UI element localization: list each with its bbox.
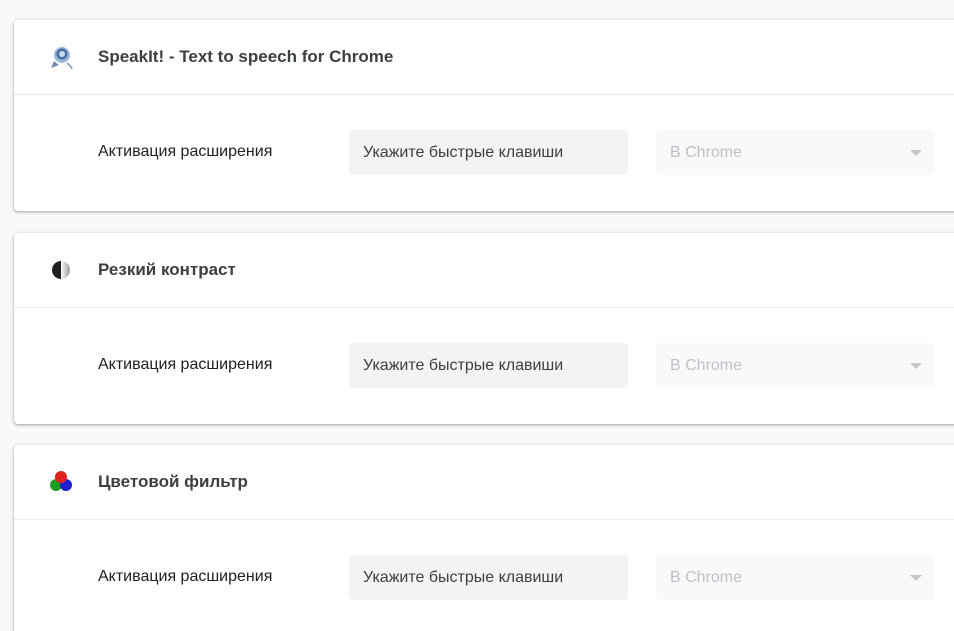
shortcut-row: Активация расширения Укажите быстрые кла… xyxy=(14,308,954,424)
chevron-down-icon xyxy=(910,363,922,369)
extension-card-speakit: SpeakIt! - Text to speech for Chrome Акт… xyxy=(14,20,954,211)
extension-card-header: SpeakIt! - Text to speech for Chrome xyxy=(14,20,954,95)
shortcut-row: Активация расширения Укажите быстрые кла… xyxy=(14,95,954,211)
extension-card-header: Цветовой фильтр xyxy=(14,445,954,520)
shortcut-label: Активация расширения xyxy=(98,356,273,373)
extension-card-high-contrast: Резкий контраст Активация расширения Ука… xyxy=(14,233,954,424)
scope-select-value: В Chrome xyxy=(670,143,743,161)
shortcut-input[interactable]: Укажите быстрые клавиши xyxy=(349,555,628,600)
shortcut-input[interactable]: Укажите быстрые клавиши xyxy=(349,130,628,175)
shortcut-row: Активация расширения Укажите быстрые кла… xyxy=(14,520,954,631)
speakit-icon xyxy=(47,43,75,71)
scope-select-value: В Chrome xyxy=(670,356,743,374)
extension-name: Цветовой фильтр xyxy=(98,472,248,491)
scope-select-value: В Chrome xyxy=(670,568,743,586)
shortcut-input[interactable]: Укажите быстрые клавиши xyxy=(349,343,628,388)
extension-card-color-filter: Цветовой фильтр Активация расширения Ука… xyxy=(14,445,954,631)
scope-select[interactable]: В Chrome xyxy=(656,555,935,600)
scope-select[interactable]: В Chrome xyxy=(656,343,935,388)
color-filter-icon xyxy=(47,468,75,496)
chevron-down-icon xyxy=(910,150,922,156)
shortcut-label: Активация расширения xyxy=(98,143,273,160)
chevron-down-icon xyxy=(910,575,922,581)
extension-name: Резкий контраст xyxy=(98,260,236,279)
scope-select[interactable]: В Chrome xyxy=(656,130,935,175)
keyboard-shortcuts-page: SpeakIt! - Text to speech for Chrome Акт… xyxy=(0,0,954,631)
high-contrast-icon xyxy=(47,256,75,284)
shortcut-label: Активация расширения xyxy=(98,568,273,585)
extension-name: SpeakIt! - Text to speech for Chrome xyxy=(98,47,394,66)
extension-card-header: Резкий контраст xyxy=(14,233,954,308)
